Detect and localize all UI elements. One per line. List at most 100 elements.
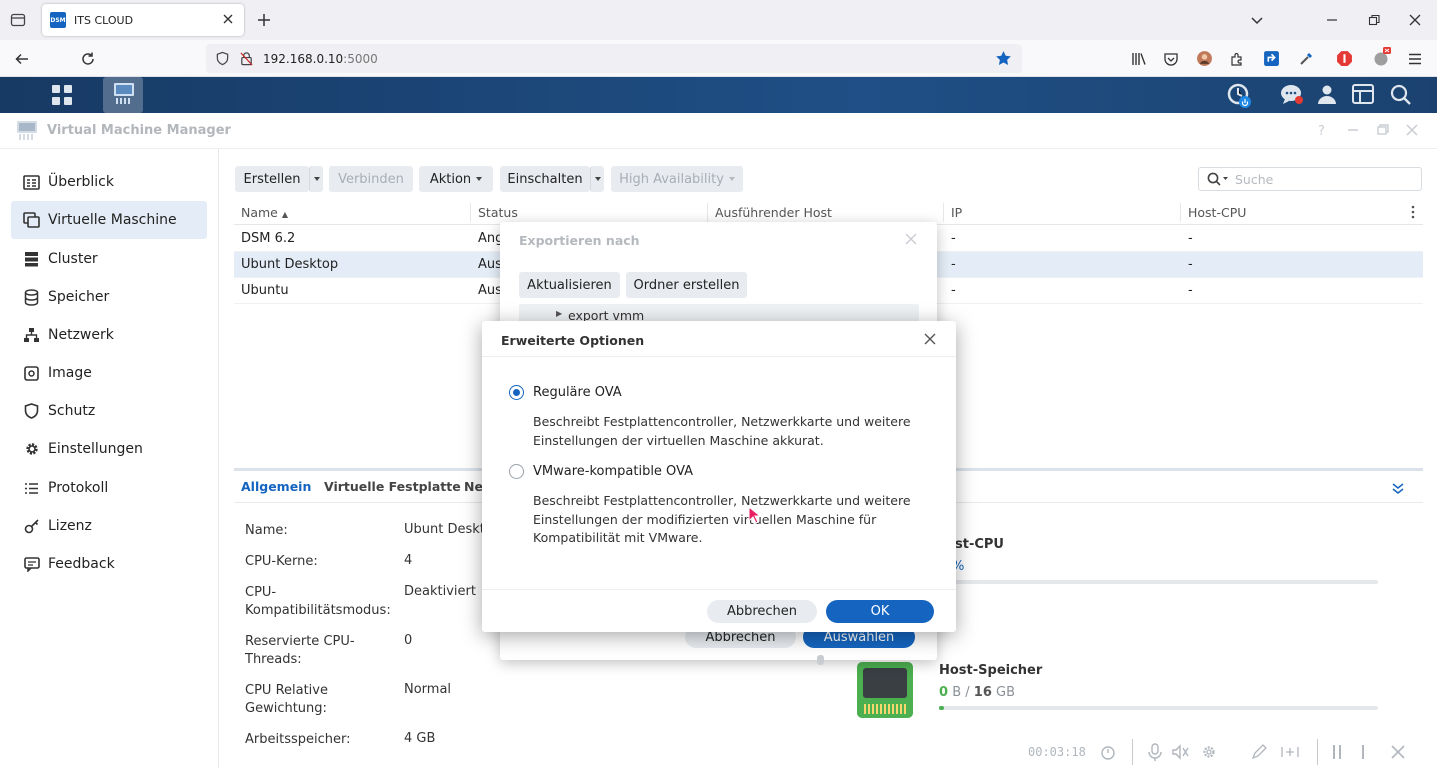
create-dropdown-button[interactable]	[309, 166, 323, 192]
collapse-panel-icon[interactable]	[1391, 481, 1405, 495]
vmware-ova-radio[interactable]	[509, 464, 524, 479]
field-label-memory: Arbeitsspeicher:	[245, 732, 351, 747]
column-header-ip[interactable]: IP	[951, 205, 962, 220]
main-menu-icon[interactable]	[51, 84, 73, 106]
profile-extension-icon[interactable]	[1196, 50, 1213, 67]
ok-button[interactable]: OK	[826, 600, 934, 623]
user-icon[interactable]	[1317, 84, 1337, 104]
cancel-button[interactable]: Abbrechen	[707, 600, 817, 623]
restore-window-icon[interactable]	[1366, 12, 1382, 28]
close-recorder-icon[interactable]	[1390, 744, 1406, 760]
draw-pen-icon[interactable]	[1251, 744, 1267, 760]
extensions-icon[interactable]	[1229, 51, 1245, 67]
close-tab-icon[interactable]	[220, 11, 236, 27]
sidebar-item-virtual-machine[interactable]: Virtuelle Maschine	[11, 201, 207, 239]
export-scrollbar[interactable]	[817, 655, 824, 665]
sidebar-item-label: Cluster	[48, 251, 98, 267]
sidebar-item-image[interactable]: Image	[11, 354, 207, 392]
sidebar: Überblick Virtuelle Maschine Cluster Spe…	[0, 149, 219, 768]
sidebar-item-overview[interactable]: Überblick	[11, 163, 207, 201]
host-cpu-title: st-CPU	[955, 537, 1004, 552]
share-extension-icon[interactable]	[1263, 50, 1280, 67]
sidebar-item-feedback[interactable]: Feedback	[11, 545, 207, 583]
sidebar-item-storage[interactable]: Speicher	[11, 278, 207, 316]
column-header-name[interactable]: Name ▲	[241, 205, 288, 220]
pocket-icon[interactable]	[1163, 51, 1179, 67]
recording-time: 00:03:18	[1028, 745, 1086, 759]
chat-icon[interactable]	[1280, 84, 1304, 106]
vmm-taskbar-app[interactable]	[103, 77, 143, 113]
back-icon[interactable]	[14, 51, 30, 67]
sidebar-item-label: Schutz	[48, 403, 96, 419]
close-window-icon[interactable]	[1407, 12, 1423, 28]
pause-icon[interactable]	[1330, 744, 1344, 760]
export-close-icon[interactable]	[905, 233, 917, 245]
sidebar-item-license[interactable]: Lizenz	[11, 507, 207, 545]
browser-menu-icon[interactable]	[1407, 51, 1423, 67]
advanced-close-icon[interactable]	[924, 333, 936, 345]
sidebar-item-protection[interactable]: Schutz	[11, 392, 207, 430]
sidebar-item-cluster[interactable]: Cluster	[11, 240, 207, 278]
notification-bell-icon[interactable]	[1227, 83, 1253, 109]
field-value-cpu-cores: 4	[404, 553, 413, 568]
sidebar-item-log[interactable]: Protokoll	[11, 469, 207, 507]
browser-tab-bar: DSM ITS CLOUD	[0, 0, 1437, 40]
key-icon	[23, 518, 40, 535]
vpn-extension-icon[interactable]	[1372, 47, 1392, 67]
sidebar-item-label: Überblick	[48, 174, 114, 190]
tab-overflow-icon[interactable]	[1249, 12, 1265, 28]
action-button[interactable]: Aktion	[419, 166, 493, 192]
window-minimize-icon[interactable]	[1346, 123, 1360, 137]
sidebar-item-network[interactable]: Netzwerk	[11, 316, 207, 354]
refresh-button[interactable]: Aktualisieren	[519, 272, 620, 298]
annotate-icon[interactable]	[1281, 744, 1299, 760]
adblock-icon[interactable]	[1336, 50, 1353, 67]
column-header-host-cpu[interactable]: Host-CPU	[1188, 205, 1246, 220]
address-bar[interactable]: 192.168.0.10:5000	[206, 44, 1022, 73]
high-availability-button[interactable]: High Availability	[611, 166, 743, 192]
vmware-ova-label[interactable]: VMware-kompatible OVA	[533, 464, 693, 479]
minimize-window-icon[interactable]	[1324, 12, 1340, 28]
reload-icon[interactable]	[80, 51, 96, 67]
bookmark-star-icon[interactable]	[995, 50, 1012, 67]
regular-ova-radio[interactable]	[509, 385, 524, 400]
column-header-status[interactable]: Status	[478, 205, 518, 220]
microphone-icon[interactable]	[1147, 743, 1163, 761]
window-title: Virtual Machine Manager	[47, 123, 231, 138]
dialog-divider	[482, 356, 956, 357]
connect-button[interactable]: Verbinden	[329, 166, 413, 192]
help-icon[interactable]: ?	[1318, 124, 1325, 139]
library-icon[interactable]	[1131, 51, 1147, 67]
window-close-icon[interactable]	[1405, 123, 1419, 137]
browser-tab[interactable]: DSM ITS CLOUD	[42, 4, 244, 36]
create-folder-button[interactable]: Ordner erstellen	[626, 272, 747, 298]
column-header-label: Name	[241, 205, 278, 220]
feedback-icon	[23, 556, 40, 573]
new-tab-icon[interactable]	[256, 12, 272, 28]
color-picker-icon[interactable]	[1298, 51, 1314, 67]
expand-arrow-icon[interactable]: ▶	[556, 309, 562, 318]
window-maximize-icon[interactable]	[1376, 123, 1390, 137]
tab-general[interactable]: Allgemein	[241, 479, 311, 494]
mouse-cursor-icon	[748, 506, 760, 524]
regular-ova-label[interactable]: Reguläre OVA	[533, 385, 622, 400]
tab-virtual-disk[interactable]: Virtuelle Festplatte	[324, 479, 461, 494]
tracking-shield-icon[interactable]	[215, 51, 230, 66]
column-header-host[interactable]: Ausführender Host	[715, 205, 832, 220]
stop-recording-icon[interactable]	[1356, 744, 1370, 760]
power-on-dropdown-button[interactable]	[590, 166, 604, 192]
pause-recording-icon[interactable]	[1100, 744, 1116, 760]
recorder-settings-icon[interactable]	[1201, 744, 1217, 760]
widgets-icon[interactable]	[1352, 84, 1374, 104]
dsm-search-icon[interactable]	[1390, 84, 1411, 105]
high-availability-label: High Availability	[619, 171, 724, 187]
system-audio-icon[interactable]	[1171, 743, 1189, 761]
power-on-button[interactable]: Einschalten	[500, 166, 590, 192]
sidebar-item-settings[interactable]: Einstellungen	[11, 430, 207, 468]
lock-icon[interactable]	[239, 51, 254, 66]
sidebar-item-label: Einstellungen	[48, 441, 143, 457]
column-options-icon[interactable]	[1410, 205, 1416, 219]
tab-list-icon[interactable]	[10, 12, 26, 28]
create-button[interactable]: Erstellen	[235, 166, 309, 192]
search-field[interactable]: Suche	[1198, 167, 1422, 191]
